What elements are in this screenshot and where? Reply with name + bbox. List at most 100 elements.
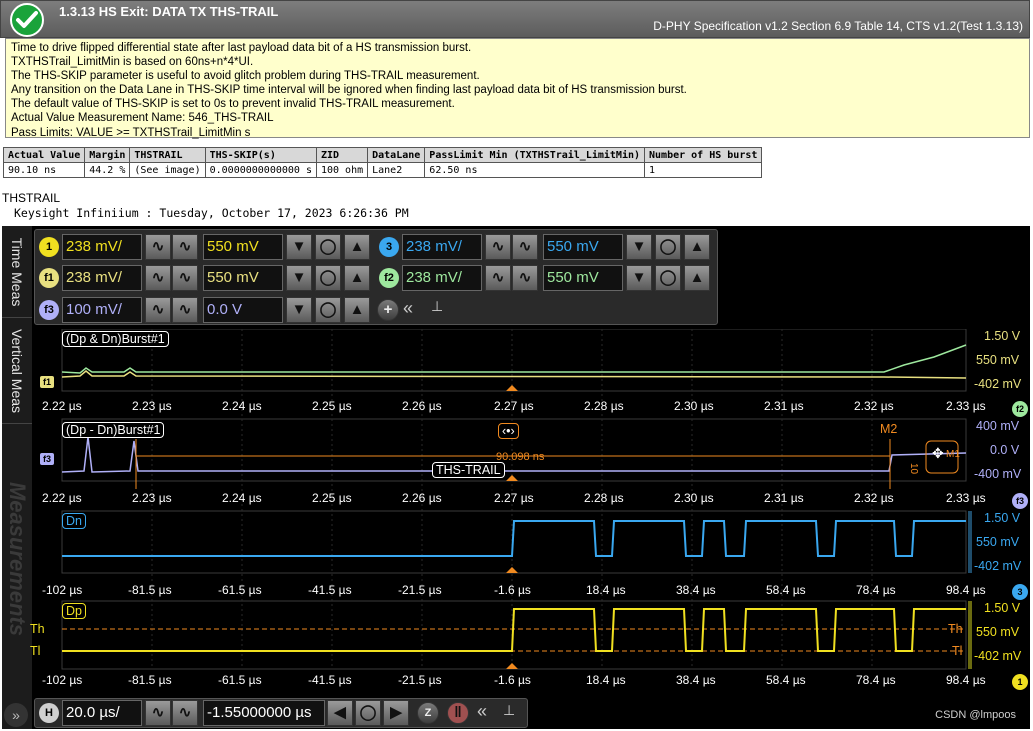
tick-label: -81.5 µs <box>128 583 172 597</box>
function-2-badge[interactable]: f2 <box>379 268 399 288</box>
offset-down-icon[interactable]: ▼ <box>626 265 652 291</box>
wave-down-icon[interactable]: ∿ <box>485 234 511 260</box>
horizontal-position[interactable]: -1.55000000 µs <box>203 700 325 726</box>
add-channel-icon[interactable]: + <box>377 299 399 321</box>
channel-1-offset[interactable]: 550 mV <box>203 234 283 260</box>
tick-label: 2.24 µs <box>222 491 262 505</box>
p2-scale-bottom: -400 mV <box>974 467 1022 481</box>
offset-zero-icon[interactable]: ◯ <box>655 234 681 260</box>
pin-icon[interactable]: ⊥ <box>503 702 515 719</box>
wave-up-icon[interactable]: ∿ <box>512 265 538 291</box>
delta-arrow-icon[interactable]: ‹•› <box>498 423 519 439</box>
offset-zero-icon[interactable]: ◯ <box>315 234 341 260</box>
delay-icon[interactable]: ‖ <box>447 702 469 724</box>
offset-up-icon[interactable]: ▲ <box>684 234 710 260</box>
panel-2-label: (Dp - Dn)Burst#1 <box>62 422 165 438</box>
offset-down-icon[interactable]: ▼ <box>286 234 312 260</box>
oscilloscope-screen: Time Meas Vertical Meas Measurements » 1… <box>2 226 1030 729</box>
function-3-scale[interactable]: 100 mV/ <box>62 297 142 323</box>
channel-1-scale[interactable]: 238 mV/ <box>62 234 142 260</box>
results-table: Actual Value Margin THSTRAIL THS-SKIP(s)… <box>2 147 763 178</box>
position-right-icon[interactable]: ▶ <box>383 700 409 726</box>
wave-down-icon[interactable]: ∿ <box>145 700 171 726</box>
threshold-high-label-right: Th <box>948 622 963 636</box>
tick-label: -61.5 µs <box>218 583 262 597</box>
tick-label: 2.25 µs <box>312 399 352 413</box>
pass-check-icon <box>10 3 44 37</box>
panel-1-label: (Dp & Dn)Burst#1 <box>62 331 169 347</box>
tab-vertical-meas[interactable]: Vertical Meas <box>2 318 32 424</box>
cell-datalane: Lane2 <box>367 162 426 178</box>
tick-label: 78.4 µs <box>856 673 896 687</box>
wave-up-icon[interactable]: ∿ <box>172 700 198 726</box>
wave-down-icon[interactable]: ∿ <box>145 297 171 323</box>
tab-time-meas[interactable]: Time Meas <box>2 226 32 318</box>
function-2-scale[interactable]: 238 mV/ <box>402 265 482 291</box>
collapse-icon[interactable]: « <box>403 298 413 319</box>
description-line: Any transition on the Data Lane in THS-S… <box>11 84 687 97</box>
tick-label: 2.28 µs <box>584 399 624 413</box>
wave-down-icon[interactable]: ∿ <box>485 265 511 291</box>
tick-label: 2.23 µs <box>132 491 172 505</box>
horizontal-control-bar: H 20.0 µs/ ∿ ∿ -1.55000000 µs ◀ ◯ ▶ Z ‖ … <box>34 698 528 728</box>
cell-hs-burst: 1 <box>644 162 763 178</box>
wave-down-icon[interactable]: ∿ <box>145 234 171 260</box>
function-1-scale[interactable]: 238 mV/ <box>62 265 142 291</box>
description-line: Pass Limits: VALUE >= TXTHSTrail_LimitMi… <box>11 126 251 139</box>
position-left-icon[interactable]: ◀ <box>327 700 353 726</box>
offset-zero-icon[interactable]: ◯ <box>315 297 341 323</box>
wave-up-icon[interactable]: ∿ <box>172 234 198 260</box>
cell-passlimit: 62.50 ns <box>424 162 646 178</box>
wave-down-icon[interactable]: ∿ <box>145 265 171 291</box>
collapse-icon[interactable]: « <box>477 701 487 722</box>
offset-up-icon[interactable]: ▲ <box>344 265 370 291</box>
wave-up-icon[interactable]: ∿ <box>172 265 198 291</box>
offset-up-icon[interactable]: ▲ <box>344 234 370 260</box>
channel-3-badge[interactable]: 3 <box>379 237 399 257</box>
function-1-offset[interactable]: 550 mV <box>203 265 283 291</box>
tab-label: Time Meas <box>9 237 25 306</box>
channel-1-end-badge: 1 <box>1012 674 1028 690</box>
offset-down-icon[interactable]: ▼ <box>286 297 312 323</box>
horizontal-scale[interactable]: 20.0 µs/ <box>62 700 142 726</box>
wave-up-icon[interactable]: ∿ <box>172 297 198 323</box>
wave-up-icon[interactable]: ∿ <box>512 234 538 260</box>
col-zid: ZID <box>315 147 369 163</box>
offset-up-icon[interactable]: ▲ <box>344 297 370 323</box>
offset-up-icon[interactable]: ▲ <box>684 265 710 291</box>
position-zero-icon[interactable]: ◯ <box>355 700 381 726</box>
col-margin: Margin <box>84 147 131 163</box>
cell-thstrail: (See image) <box>129 162 206 178</box>
function-3-badge[interactable]: f3 <box>39 300 59 320</box>
tab-measurements[interactable]: Measurements <box>2 424 32 694</box>
tick-label: 2.23 µs <box>132 399 172 413</box>
ths-trail-label: THS-TRAIL <box>432 462 505 478</box>
zoom-icon[interactable]: Z <box>417 702 439 724</box>
tick-label: 2.32 µs <box>854 491 894 505</box>
function-2-offset[interactable]: 550 mV <box>543 265 623 291</box>
expand-icon[interactable]: » <box>4 703 28 727</box>
cursor-m2-label[interactable]: M2 <box>880 422 897 436</box>
channel-1-badge[interactable]: 1 <box>39 237 59 257</box>
p4-scale-bottom: -402 mV <box>974 649 1022 663</box>
cursor-move-icon[interactable]: ✥ <box>932 445 944 462</box>
channel-3-scale[interactable]: 238 mV/ <box>402 234 482 260</box>
col-thstrail: THSTRAIL <box>129 147 206 163</box>
horizontal-badge[interactable]: H <box>39 703 59 723</box>
pin-icon[interactable]: ⊥ <box>431 298 443 315</box>
tick-label: 2.22 µs <box>42 491 82 505</box>
tick-label: 58.4 µs <box>766 583 806 597</box>
threshold-low-label-right: Tl <box>952 644 963 658</box>
p3-scale-bottom: -402 mV <box>974 559 1022 573</box>
function-3-offset[interactable]: 0.0 V <box>203 297 283 323</box>
offset-zero-icon[interactable]: ◯ <box>655 265 681 291</box>
tab-label: Vertical Meas <box>9 328 25 413</box>
tick-label: 2.24 µs <box>222 399 262 413</box>
channel-3-offset[interactable]: 550 mV <box>543 234 623 260</box>
tick-label: 18.4 µs <box>586 583 626 597</box>
offset-zero-icon[interactable]: ◯ <box>315 265 341 291</box>
offset-down-icon[interactable]: ▼ <box>626 234 652 260</box>
offset-down-icon[interactable]: ▼ <box>286 265 312 291</box>
description-line: The THS-SKIP parameter is useful to avoi… <box>11 70 480 83</box>
function-1-badge[interactable]: f1 <box>39 268 59 288</box>
